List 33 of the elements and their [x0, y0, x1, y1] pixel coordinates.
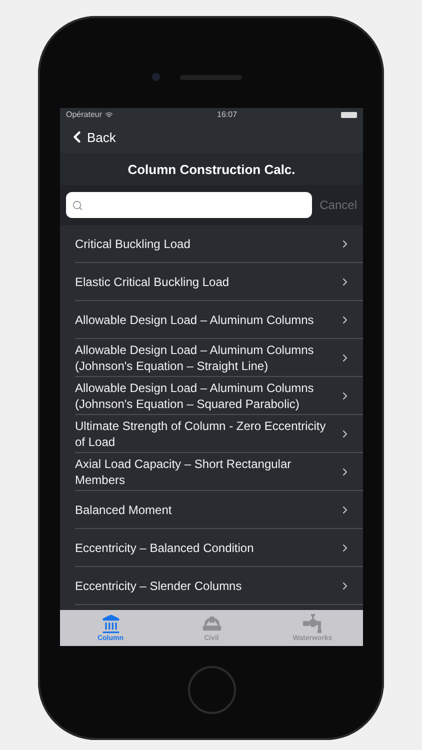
- list-row[interactable]: Allowable Design Load – Aluminum Columns: [75, 301, 363, 339]
- row-label: Allowable Design Load – Aluminum Columns: [75, 312, 314, 328]
- list-row[interactable]: Eccentricity – Balanced Condition: [75, 529, 363, 567]
- column-building-icon: [100, 614, 120, 634]
- list-row[interactable]: Axial Load Capacity – Short Rectangular Members: [75, 453, 363, 491]
- battery-icon: [341, 112, 357, 118]
- screen-title: Column Construction Calc.: [128, 162, 296, 176]
- list-row[interactable]: Allowable Design Load – Aluminum Columns (Johnson's Equation – Straight Line): [75, 339, 363, 377]
- faucet-icon: [302, 614, 324, 634]
- row-label: Axial Load Capacity – Short Rectangular Members: [75, 456, 292, 488]
- list-row[interactable]: Eccentricity – Slender Columns: [75, 567, 363, 605]
- search-field[interactable]: [66, 192, 312, 218]
- list-row[interactable]: Elastic Critical Buckling Load: [75, 263, 363, 301]
- row-label: Balanced Moment: [75, 502, 172, 518]
- home-button[interactable]: [188, 666, 236, 714]
- row-label: Allowable Design Load – Aluminum Columns (Johnson's Equation – Straight Line): [75, 342, 315, 374]
- time-label: 16:07: [217, 110, 238, 119]
- search-icon: [72, 200, 83, 210]
- row-label: Elastic Critical Buckling Load: [75, 274, 230, 290]
- row-label: Critical Buckling Load: [75, 236, 190, 252]
- row-label: Ultimate Strength of Column - Zero Eccentricity of Load: [75, 418, 327, 450]
- camera-icon: [152, 73, 160, 81]
- list-row[interactable]: Balanced Moment: [75, 491, 363, 529]
- back-button[interactable]: Back: [68, 128, 116, 146]
- row-label: Allowable Design Load – Aluminum Columns (Johnson's Equation – Squared Parabolic): [75, 380, 315, 412]
- carrier-label: Opérateur: [66, 110, 102, 119]
- row-label: Eccentricity – Slender Columns: [75, 578, 242, 594]
- list-row[interactable]: Allowable Design Load – Aluminum Columns (Johnson's Equation – Squared Parabolic): [75, 377, 363, 415]
- list-row[interactable]: Critical Buckling Load: [75, 225, 363, 263]
- row-label: Eccentricity – Balanced Condition: [75, 540, 254, 556]
- speaker-icon: [180, 75, 242, 80]
- wifi-icon: [105, 110, 114, 118]
- list-row[interactable]: Ultimate Strength of Column - Zero Eccentricity of Load: [75, 415, 363, 453]
